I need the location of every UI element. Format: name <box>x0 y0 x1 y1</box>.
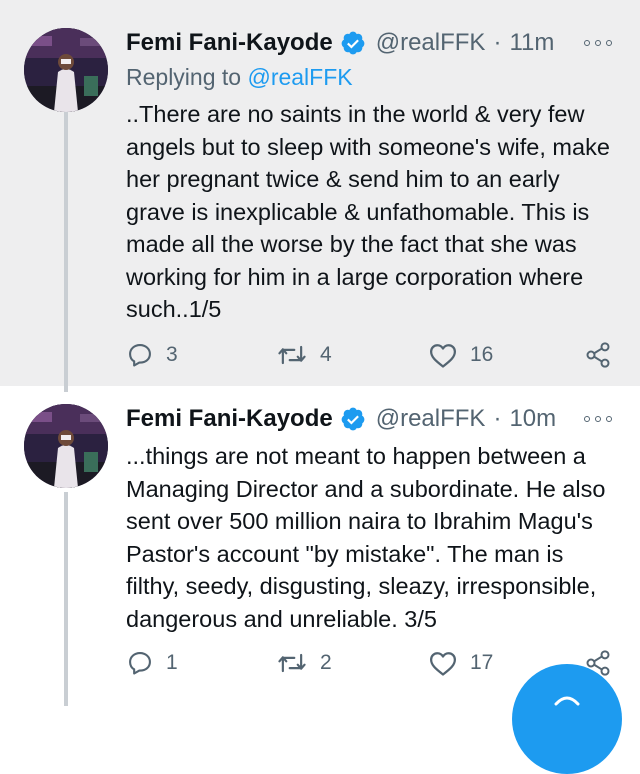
like-count: 17 <box>470 651 494 674</box>
verified-badge-icon <box>340 30 366 56</box>
retweet-icon <box>276 341 308 369</box>
more-options-icon[interactable] <box>584 412 612 426</box>
replying-to-handle[interactable]: @realFFK <box>247 64 352 90</box>
tweet-text: ...things are not meant to happen betwee… <box>126 443 606 632</box>
avatar[interactable] <box>24 404 108 488</box>
tweet-header: Femi Fani-Kayode @realFFK · 10m <box>126 402 556 436</box>
share-icon <box>584 341 612 369</box>
tweet-timestamp[interactable]: 11m <box>509 29 554 57</box>
heart-icon <box>428 341 458 369</box>
like-button[interactable]: 16 <box>428 338 493 372</box>
compose-button[interactable] <box>512 664 622 774</box>
more-options-icon[interactable] <box>584 36 612 50</box>
reply-icon <box>126 649 154 677</box>
thread-connector-line <box>64 492 68 706</box>
author-name[interactable]: Femi Fani-Kayode <box>126 405 333 433</box>
replying-to-label: Replying to <box>126 64 242 90</box>
reply-button[interactable]: 1 <box>126 646 178 680</box>
separator-dot: · <box>493 29 502 56</box>
reply-button[interactable]: 3 <box>126 338 178 372</box>
tweet-actions: 3 4 16 <box>126 338 616 372</box>
author-handle[interactable]: @realFFK <box>376 405 486 433</box>
reply-count: 1 <box>166 651 178 674</box>
retweet-count: 2 <box>320 651 332 674</box>
reply-count: 3 <box>166 343 178 366</box>
tweet-timestamp[interactable]: 10m <box>509 405 556 433</box>
tweet-header: Femi Fani-Kayode @realFFK · 11m <box>126 26 554 60</box>
like-count: 16 <box>470 343 494 366</box>
author-handle[interactable]: @realFFK <box>376 29 486 57</box>
tweet-text: ..There are no saints in the world & ver… <box>126 101 610 322</box>
heart-icon <box>428 649 458 677</box>
separator-dot: · <box>493 405 502 432</box>
share-button[interactable] <box>584 338 612 372</box>
author-name[interactable]: Femi Fani-Kayode <box>126 29 333 57</box>
avatar[interactable] <box>24 28 108 112</box>
retweet-count: 4 <box>320 343 332 366</box>
reply-icon <box>126 341 154 369</box>
replying-to: Replying to @realFFK <box>126 64 353 91</box>
verified-badge-icon <box>340 406 366 432</box>
retweet-button[interactable]: 2 <box>276 646 332 680</box>
retweet-button[interactable]: 4 <box>276 338 332 372</box>
compose-icon <box>552 690 582 711</box>
thread-connector-line <box>64 112 68 392</box>
like-button[interactable]: 17 <box>428 646 493 680</box>
retweet-icon <box>276 649 308 677</box>
